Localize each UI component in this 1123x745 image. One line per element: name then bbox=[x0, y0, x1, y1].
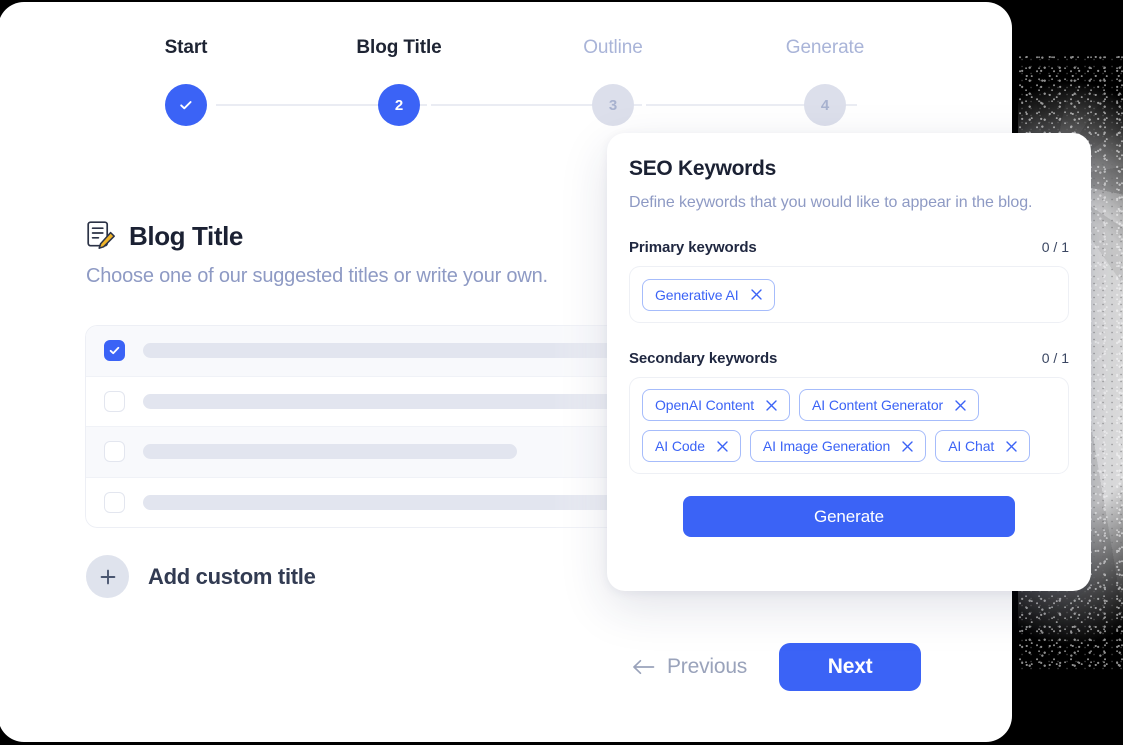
seo-panel-title: SEO Keywords bbox=[629, 157, 1069, 181]
next-button[interactable]: Next bbox=[779, 643, 921, 691]
stepper: Start Blog Title 2 Outline 3 Generate 4 bbox=[118, 36, 958, 128]
primary-keywords-label: Primary keywords bbox=[629, 239, 757, 256]
seo-panel-subtitle: Define keywords that you would like to a… bbox=[629, 194, 1069, 212]
keyword-chip-label: OpenAI Content bbox=[655, 397, 754, 413]
close-icon[interactable] bbox=[954, 399, 967, 412]
keyword-chip-label: AI Content Generator bbox=[812, 397, 943, 413]
stepper-step-label: Generate bbox=[755, 36, 895, 60]
add-custom-title-button[interactable]: Add custom title bbox=[86, 555, 316, 598]
suggestion-checkbox[interactable] bbox=[104, 492, 125, 513]
suggestion-skeleton-bar bbox=[143, 343, 663, 358]
suggestion-skeleton-bar bbox=[143, 495, 663, 510]
generate-button[interactable]: Generate bbox=[683, 496, 1015, 537]
previous-button-label: Previous bbox=[667, 655, 747, 679]
arrow-left-icon bbox=[632, 659, 655, 675]
section-subtitle: Choose one of our suggested titles or wr… bbox=[86, 265, 548, 288]
primary-keywords-count: 0 / 1 bbox=[1042, 239, 1069, 255]
keyword-chip-label: AI Chat bbox=[948, 438, 994, 454]
keyword-chip[interactable]: OpenAI Content bbox=[642, 389, 790, 421]
keyword-chip[interactable]: AI Code bbox=[642, 430, 741, 462]
stepper-step-blog-title[interactable]: Blog Title 2 bbox=[329, 36, 469, 60]
memo-pencil-icon bbox=[86, 220, 116, 252]
section-title: Blog Title bbox=[129, 221, 243, 252]
list-item[interactable] bbox=[86, 427, 684, 478]
screenshot-root: Start Blog Title 2 Outline 3 Generate 4 bbox=[0, 0, 1123, 745]
primary-keywords-header: Primary keywords 0 / 1 bbox=[629, 239, 1069, 256]
suggestion-checkbox[interactable] bbox=[104, 441, 125, 462]
page-title: Blog Title bbox=[86, 220, 243, 252]
plus-glyph bbox=[98, 567, 118, 587]
keyword-chip[interactable]: Generative AI bbox=[642, 279, 775, 311]
close-icon[interactable] bbox=[901, 440, 914, 453]
list-item[interactable] bbox=[86, 326, 684, 377]
stepper-step-outline[interactable]: Outline 3 bbox=[543, 36, 683, 60]
keyword-chip-label: Generative AI bbox=[655, 287, 739, 303]
suggestion-checkbox[interactable] bbox=[104, 340, 125, 361]
keyword-chip[interactable]: AI Image Generation bbox=[750, 430, 926, 462]
suggested-titles-list bbox=[85, 325, 685, 528]
keyword-chip-label: AI Image Generation bbox=[763, 438, 890, 454]
keyword-chip-label: AI Code bbox=[655, 438, 705, 454]
stepper-step-marker[interactable] bbox=[165, 84, 207, 126]
stepper-step-marker[interactable]: 4 bbox=[804, 84, 846, 126]
wizard-footer-nav: Previous Next bbox=[628, 643, 921, 691]
stepper-step-marker[interactable]: 2 bbox=[378, 84, 420, 126]
secondary-keywords-header: Secondary keywords 0 / 1 bbox=[629, 350, 1069, 367]
keyword-chip[interactable]: AI Chat bbox=[935, 430, 1030, 462]
suggestion-skeleton-bar bbox=[143, 394, 663, 409]
secondary-keywords-count: 0 / 1 bbox=[1042, 350, 1069, 366]
close-icon[interactable] bbox=[1005, 440, 1018, 453]
check-icon bbox=[178, 97, 194, 113]
stepper-step-label: Start bbox=[116, 36, 256, 60]
suggestion-checkbox[interactable] bbox=[104, 391, 125, 412]
stepper-step-marker[interactable]: 3 bbox=[592, 84, 634, 126]
keyword-chip[interactable]: AI Content Generator bbox=[799, 389, 979, 421]
add-custom-title-label: Add custom title bbox=[148, 564, 316, 590]
check-icon bbox=[108, 344, 121, 357]
close-icon[interactable] bbox=[765, 399, 778, 412]
secondary-keywords-field[interactable]: OpenAI Content AI Content Generator AI C… bbox=[629, 377, 1069, 474]
stepper-step-start[interactable]: Start bbox=[116, 36, 256, 60]
stepper-step-label: Blog Title bbox=[329, 36, 469, 60]
primary-keywords-field[interactable]: Generative AI bbox=[629, 266, 1069, 323]
list-item[interactable] bbox=[86, 377, 684, 428]
suggestion-skeleton-bar bbox=[143, 444, 517, 459]
close-icon[interactable] bbox=[750, 288, 763, 301]
previous-button[interactable]: Previous bbox=[628, 649, 751, 685]
seo-keywords-panel: SEO Keywords Define keywords that you wo… bbox=[607, 133, 1091, 591]
stepper-step-generate[interactable]: Generate 4 bbox=[755, 36, 895, 60]
secondary-keywords-label: Secondary keywords bbox=[629, 350, 777, 367]
list-item[interactable] bbox=[86, 478, 684, 529]
stepper-step-label: Outline bbox=[543, 36, 683, 60]
plus-icon bbox=[86, 555, 129, 598]
close-icon[interactable] bbox=[716, 440, 729, 453]
